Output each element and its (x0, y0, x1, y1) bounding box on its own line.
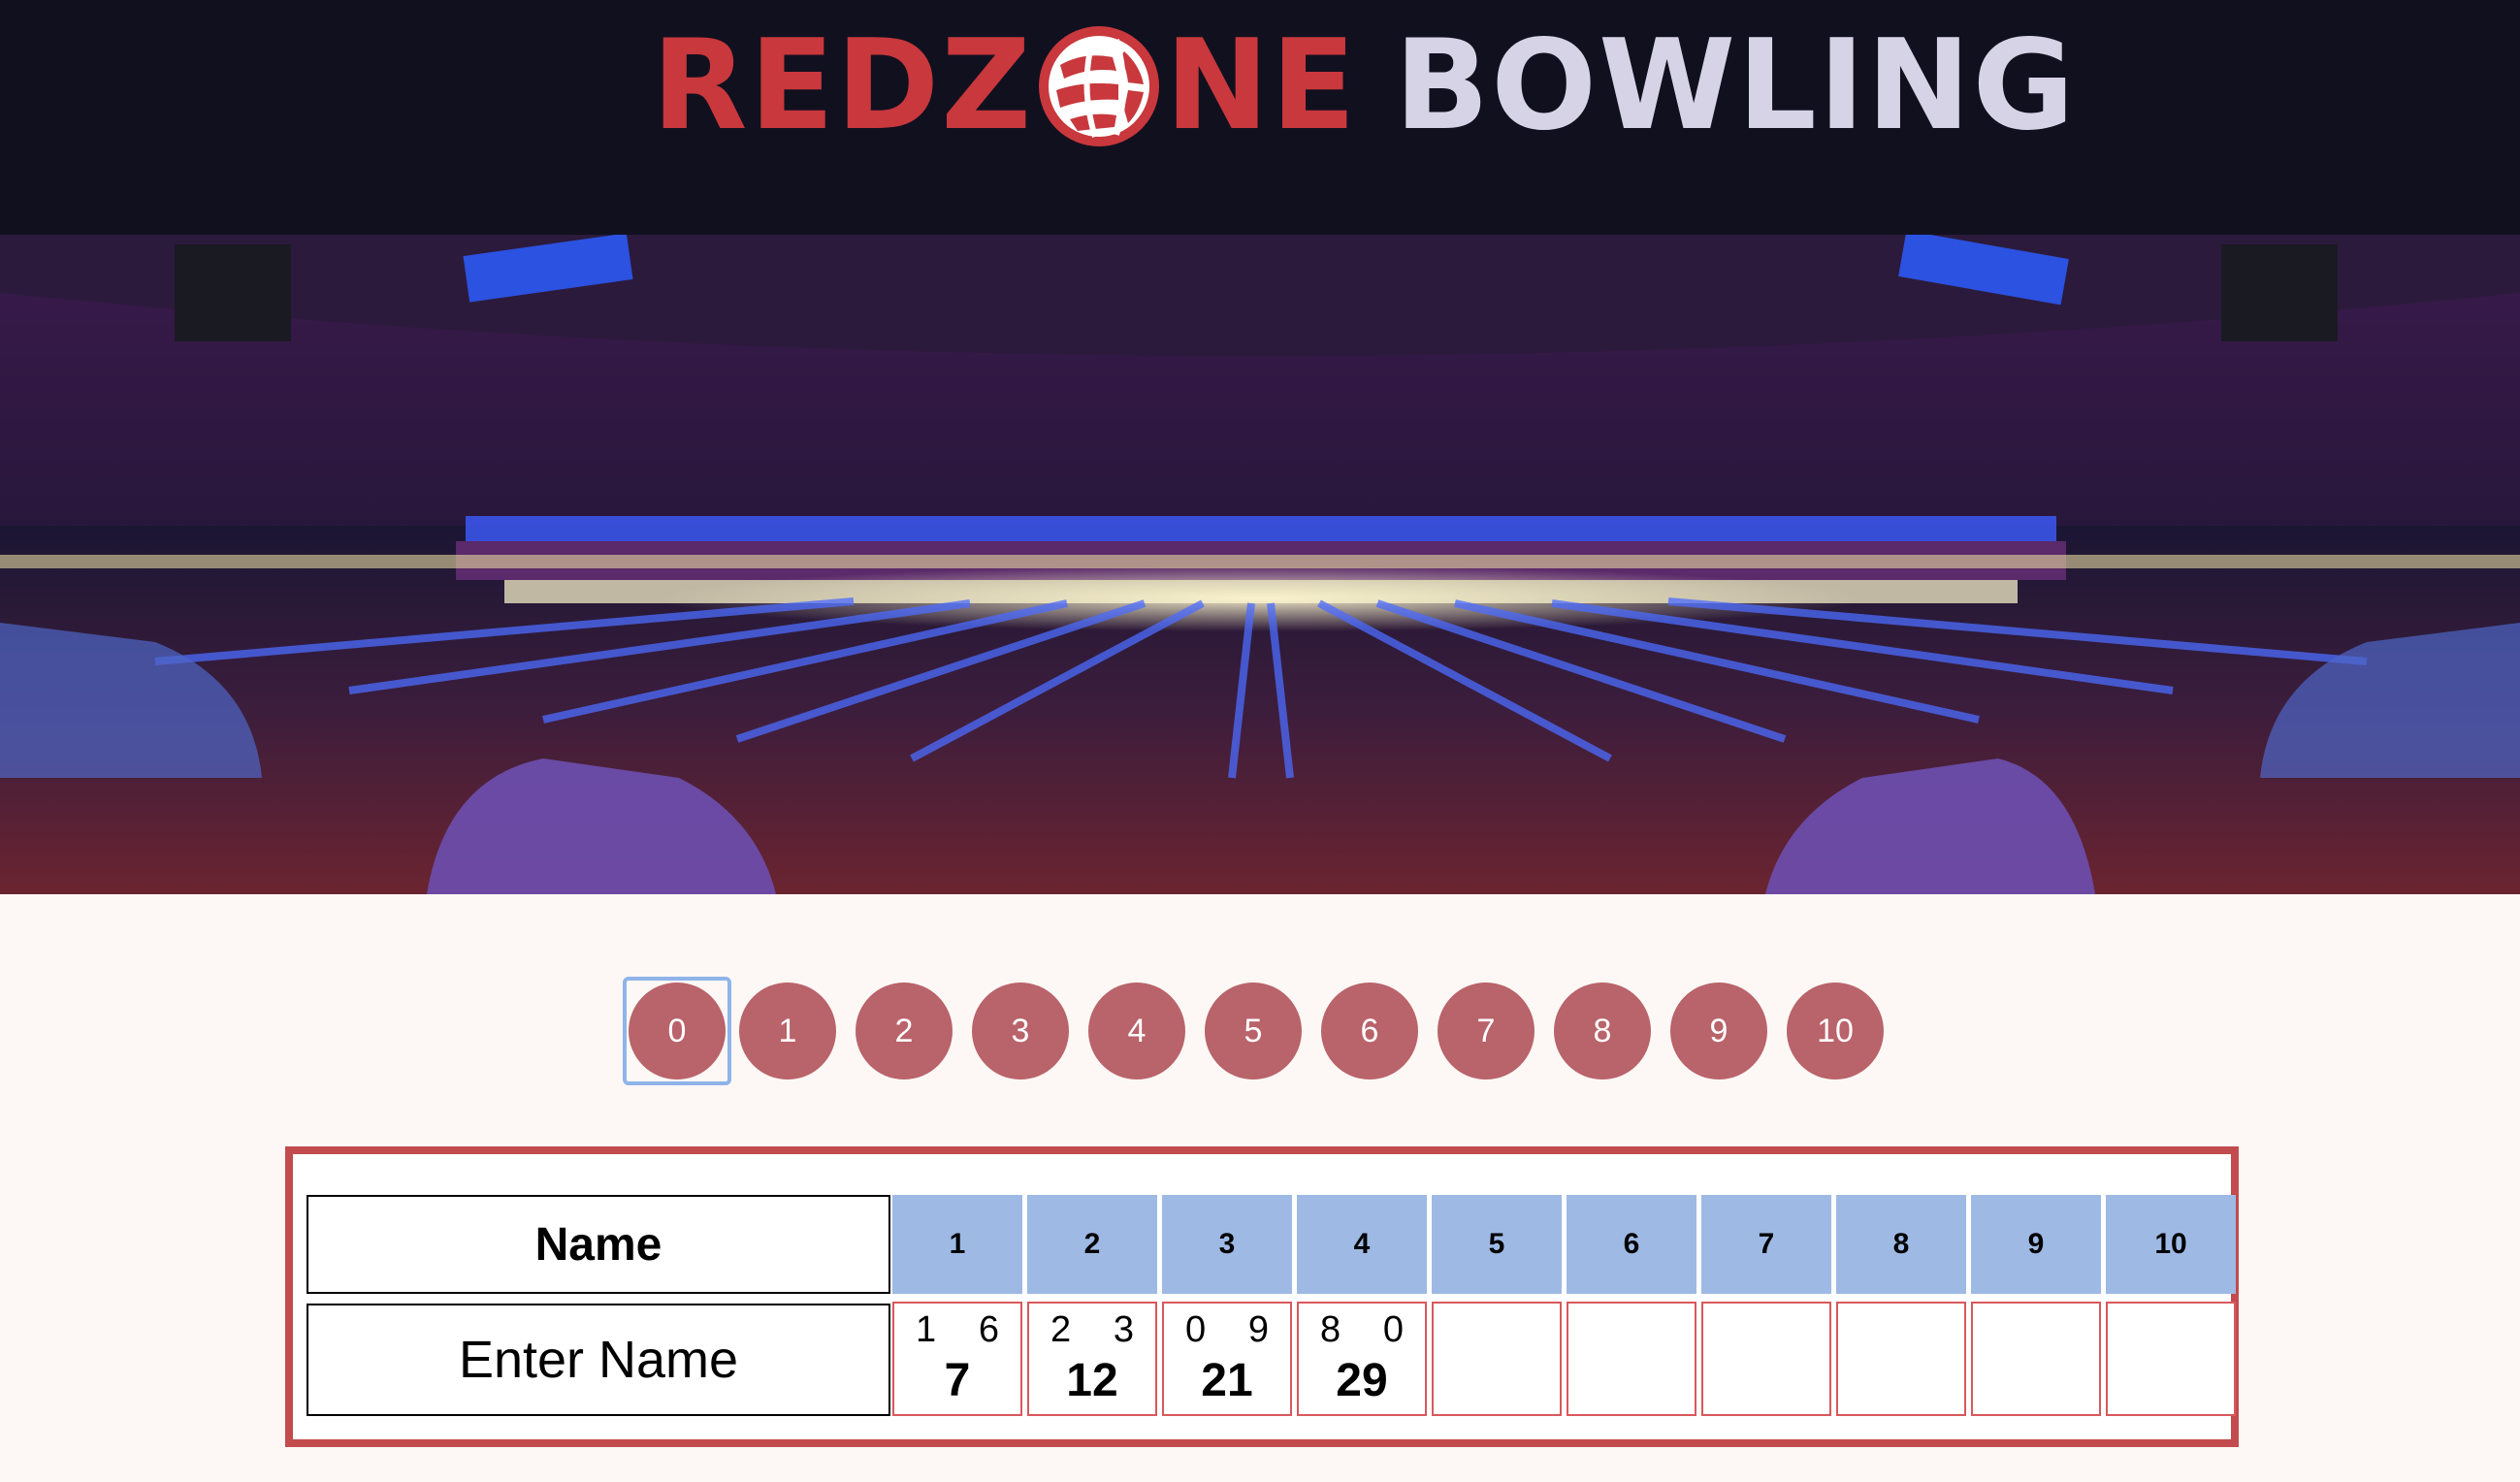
frame-rolls: 09 (1164, 1309, 1290, 1351)
frame-total: 21 (1201, 1355, 1253, 1406)
pin-button-wrapper: 8 (1554, 983, 1651, 1079)
frame-cell-5 (1432, 1302, 1562, 1416)
pin-button-wrapper: 6 (1321, 983, 1418, 1079)
brand-name-red: REDZ (652, 14, 1034, 158)
frame-cell-4: 8 0 29 (1297, 1302, 1427, 1416)
pin-button-wrapper: 7 (1438, 983, 1535, 1079)
frame-header-2: 2 (1027, 1195, 1157, 1294)
roll-1: 1 (916, 1309, 937, 1350)
pin-button-wrapper: 2 (856, 983, 953, 1079)
frame-total: 7 (944, 1355, 971, 1406)
pin-button-9[interactable]: 9 (1670, 983, 1767, 1079)
pin-button-wrapper: 1 (739, 983, 836, 1079)
pin-button-3[interactable]: 3 (972, 983, 1069, 1079)
brand-name-red-tail: NE (1165, 14, 1358, 158)
frame-header-9: 9 (1971, 1195, 2101, 1294)
frame-header-7: 7 (1701, 1195, 1831, 1294)
pin-button-1[interactable]: 1 (739, 983, 836, 1079)
pin-button-5[interactable]: 5 (1205, 983, 1302, 1079)
brand-name-bowling: BOWLING (1394, 14, 2077, 158)
pin-button-wrapper: 4 (1088, 983, 1185, 1079)
roll-2: 6 (978, 1309, 999, 1350)
roll-2: 3 (1113, 1309, 1134, 1350)
player-name-field[interactable]: Enter Name (307, 1304, 890, 1416)
site-header: REDZ NE BOWLING (0, 0, 2520, 235)
pin-button-8[interactable]: 8 (1554, 983, 1651, 1079)
pin-button-wrapper: 9 (1670, 983, 1767, 1079)
pin-button-wrapper: 3 (972, 983, 1069, 1079)
frame-cell-9 (1971, 1302, 2101, 1416)
pin-button-2[interactable]: 2 (856, 983, 953, 1079)
roll-1: 2 (1050, 1309, 1072, 1350)
globe-icon (1035, 22, 1163, 150)
pin-button-0[interactable]: 0 (629, 983, 726, 1079)
frame-header-8: 8 (1836, 1195, 1966, 1294)
roll-1: 8 (1320, 1309, 1341, 1350)
frame-header-3: 3 (1162, 1195, 1292, 1294)
frame-header-1: 1 (892, 1195, 1022, 1294)
roll-2: 0 (1382, 1309, 1404, 1350)
pin-button-6[interactable]: 6 (1321, 983, 1418, 1079)
frame-header-6: 6 (1567, 1195, 1696, 1294)
pin-button-10[interactable]: 10 (1787, 983, 1884, 1079)
frame-cell-6 (1567, 1302, 1696, 1416)
pin-button-wrapper: 5 (1205, 983, 1302, 1079)
frame-cell-1: 167 (892, 1302, 1022, 1416)
frame-total: 29 (1336, 1355, 1388, 1406)
roll-2: 9 (1247, 1309, 1269, 1350)
hero-bowling-alley-image (0, 235, 2520, 894)
name-column-header: Name (307, 1195, 890, 1294)
pin-button-7[interactable]: 7 (1438, 983, 1535, 1079)
frame-cell-3: 0 9 21 (1162, 1302, 1292, 1416)
pin-button-wrapper: 0 (623, 977, 731, 1085)
frame-cell-8 (1836, 1302, 1966, 1416)
frame-total: 12 (1066, 1355, 1118, 1406)
frame-header-10: 10 (2106, 1195, 2236, 1294)
frame-cell-2: 2 3 12 (1027, 1302, 1157, 1416)
frame-cell-7 (1701, 1302, 1831, 1416)
scoreboard: Name Enter Name 1 1 6 7 2 2 3 12 3 0 9 21 4 8 0 29 5 6 7 8 9… (285, 1146, 2239, 1447)
pin-button-4[interactable]: 4 (1088, 983, 1185, 1079)
frame-rolls: 23 (1029, 1309, 1155, 1351)
brand-logo[interactable]: REDZ NE BOWLING (652, 14, 2077, 159)
frame-header-4: 4 (1297, 1195, 1427, 1294)
pin-selector: 0 1 2 3 4 5 6 7 8 9 10 (623, 977, 1903, 1085)
frame-rolls: 16 (894, 1309, 1020, 1351)
pin-button-wrapper: 10 (1787, 983, 1884, 1079)
frame-header-5: 5 (1432, 1195, 1562, 1294)
roll-1: 0 (1185, 1309, 1207, 1350)
frame-rolls: 80 (1299, 1309, 1425, 1351)
frame-cell-10 (2106, 1302, 2236, 1416)
